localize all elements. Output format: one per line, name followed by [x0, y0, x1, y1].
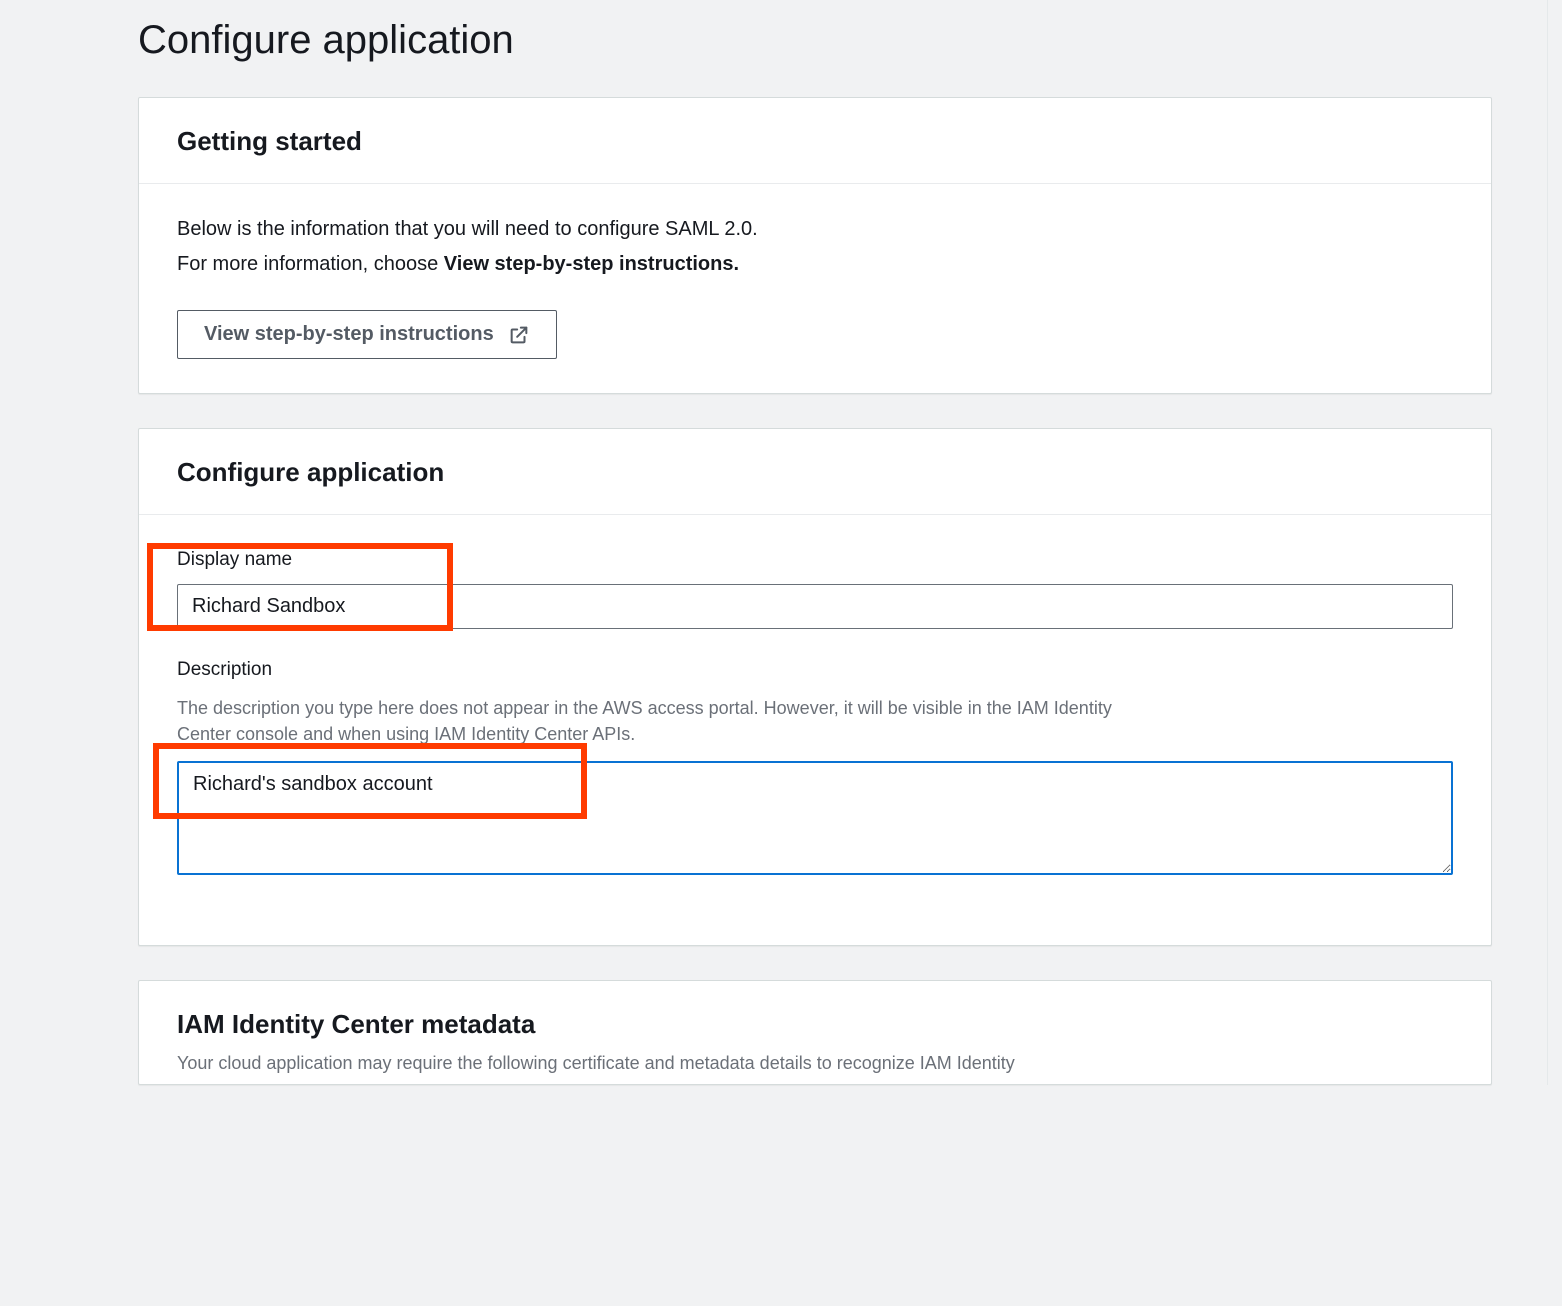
- getting-started-text-2-pre: For more information, choose: [177, 253, 444, 275]
- page-right-divider: [1547, 0, 1548, 1085]
- description-hint: The description you type here does not a…: [177, 695, 1137, 747]
- panel-header-iam-metadata: IAM Identity Center metadata Your cloud …: [139, 981, 1491, 1084]
- panel-configure-application: Configure application Display name Descr…: [138, 428, 1492, 946]
- heading-iam-metadata: IAM Identity Center metadata: [177, 1009, 1453, 1040]
- panel-header-getting-started: Getting started: [139, 98, 1491, 184]
- field-block-description: Description The description you type her…: [177, 655, 1453, 885]
- page-title: Configure application: [0, 0, 1562, 97]
- description-textarea[interactable]: [177, 761, 1453, 875]
- panel-getting-started: Getting started Below is the information…: [138, 97, 1492, 394]
- display-name-label: Display name: [177, 545, 1453, 574]
- getting-started-text-2: For more information, choose View step-b…: [177, 249, 1453, 280]
- external-link-icon: [508, 324, 530, 346]
- display-name-input[interactable]: [177, 584, 1453, 629]
- field-block-display-name: Display name: [177, 545, 1453, 629]
- view-instructions-button-label: View step-by-step instructions: [204, 323, 494, 346]
- heading-getting-started: Getting started: [177, 126, 1453, 157]
- panel-header-configure: Configure application: [139, 429, 1491, 515]
- view-instructions-button[interactable]: View step-by-step instructions: [177, 310, 557, 359]
- panel-iam-metadata: IAM Identity Center metadata Your cloud …: [138, 980, 1492, 1085]
- iam-metadata-subtext: Your cloud application may require the f…: [177, 1050, 1453, 1076]
- heading-configure-application: Configure application: [177, 457, 1453, 488]
- description-label: Description: [177, 655, 1453, 684]
- getting-started-text-1: Below is the information that you will n…: [177, 214, 1453, 245]
- getting-started-text-2-bold: View step-by-step instructions.: [444, 253, 739, 275]
